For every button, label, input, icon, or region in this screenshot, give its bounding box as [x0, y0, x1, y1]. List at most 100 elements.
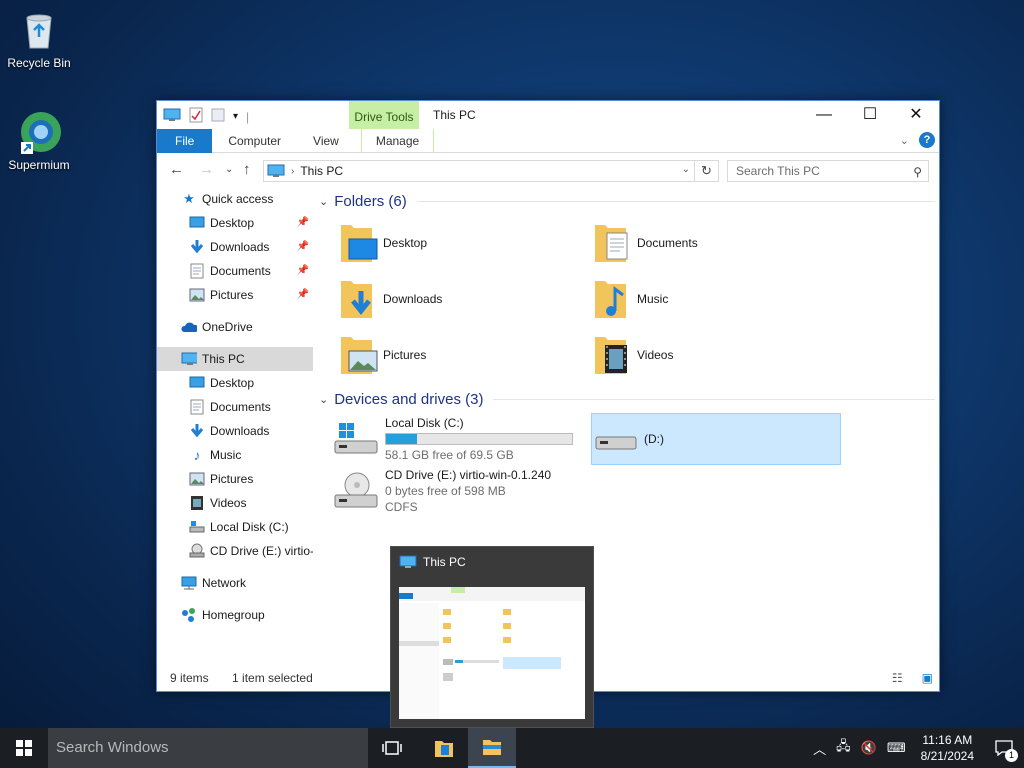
chevron-up-icon[interactable]: ︿	[813, 739, 826, 758]
drive-c[interactable]: Local Disk (C:) 58.1 GB free of 69.5 GB	[333, 413, 585, 465]
nav-pc-documents[interactable]: Documents	[157, 395, 313, 419]
folder-icon	[483, 740, 501, 755]
tab-view[interactable]: View	[297, 129, 355, 153]
pin-icon[interactable]: 📌	[297, 259, 309, 283]
tab-manage[interactable]: Manage	[360, 129, 435, 153]
nav-qa-documents[interactable]: Documents 📌	[157, 259, 313, 283]
address-box[interactable]: › This PC ⌄ ↻	[263, 160, 719, 182]
nav-network[interactable]: Network	[157, 571, 313, 595]
nav-label: Music	[210, 448, 242, 462]
tab-computer[interactable]: Computer	[212, 129, 297, 153]
folders-group-header[interactable]: ⌄ Folders (6)	[319, 187, 935, 215]
nav-onedrive[interactable]: OneDrive	[157, 315, 313, 339]
up-icon[interactable]: ↑	[243, 161, 251, 178]
ribbon-tabs: File Computer View Manage ⌄ ?	[157, 129, 939, 153]
windows-drive-icon	[333, 419, 381, 459]
pictures-folder-icon	[337, 333, 383, 377]
forward-icon[interactable]: →	[199, 161, 214, 178]
folder-pictures[interactable]: Pictures	[337, 327, 591, 383]
network-warning-icon[interactable]: 🖧	[836, 737, 851, 759]
nav-pc-pictures[interactable]: Pictures	[157, 467, 313, 491]
recent-locations-icon[interactable]: ⌄	[225, 164, 233, 175]
windows-logo-icon	[16, 740, 32, 756]
taskbar-search-input[interactable]: Search Windows	[48, 728, 368, 768]
pin-icon[interactable]: 📌	[297, 211, 309, 235]
folder-videos[interactable]: Videos	[591, 327, 845, 383]
task-view-button[interactable]	[368, 728, 416, 768]
file-explorer-icon	[435, 741, 453, 757]
taskbar-app-explorer-active[interactable]	[468, 728, 516, 768]
chevron-down-icon[interactable]: ⌄	[682, 164, 690, 175]
action-center-button[interactable]: 1	[984, 728, 1024, 768]
folder-documents[interactable]: Documents	[591, 215, 845, 271]
nav-pc-music[interactable]: ♪ Music	[157, 443, 313, 467]
chevron-down-icon[interactable]: ⌄	[319, 195, 328, 208]
drive-name: (D:)	[644, 432, 664, 446]
video-icon	[189, 495, 205, 511]
nav-label: Downloads	[210, 424, 270, 438]
chevron-down-icon[interactable]: ▾	[233, 111, 238, 122]
close-button[interactable]: ✕	[893, 101, 939, 129]
start-button[interactable]	[0, 728, 48, 768]
nav-pc-downloads[interactable]: Downloads	[157, 419, 313, 443]
nav-quick-access[interactable]: ★ Quick access	[157, 187, 313, 211]
nav-pc-cd-drive-e[interactable]: CD Drive (E:) virtio-win-0.1.240	[157, 539, 313, 563]
nav-qa-desktop[interactable]: Desktop 📌	[157, 211, 313, 235]
properties-icon[interactable]	[189, 107, 203, 126]
homegroup-icon	[181, 607, 197, 623]
title-bar[interactable]: ▾ | Drive Tools This PC — ☐ ✕	[157, 101, 939, 129]
document-icon	[189, 399, 205, 415]
download-icon	[189, 423, 205, 439]
drive-d[interactable]: (D:)	[591, 413, 841, 465]
nav-homegroup[interactable]: Homegroup	[157, 603, 313, 627]
clock-time: 11:16 AM	[922, 733, 973, 747]
nav-qa-downloads[interactable]: Downloads 📌	[157, 235, 313, 259]
drive-name: Local Disk (C:)	[385, 416, 464, 430]
search-input[interactable]: Search This PC ⚲	[727, 160, 929, 182]
keyboard-icon[interactable]: ⌨	[887, 740, 906, 756]
folder-desktop[interactable]: Desktop	[337, 215, 591, 271]
nav-pc-desktop[interactable]: Desktop	[157, 371, 313, 395]
computer-icon	[399, 555, 417, 568]
desktop-icon-recycle-bin[interactable]: Recycle Bin	[1, 8, 77, 70]
minimize-button[interactable]: —	[801, 101, 847, 129]
notification-badge: 1	[1005, 749, 1018, 762]
nav-label: Pictures	[210, 288, 254, 302]
devices-group-header[interactable]: ⌄ Devices and drives (3)	[319, 385, 935, 413]
pictures-icon	[189, 287, 205, 303]
drive-e[interactable]: CD Drive (E:) virtio-win-0.1.240 0 bytes…	[333, 465, 585, 517]
tab-file[interactable]: File	[157, 129, 213, 153]
nav-qa-pictures[interactable]: Pictures 📌	[157, 283, 313, 307]
details-view-icon[interactable]: ☷	[892, 665, 903, 691]
help-icon[interactable]: ?	[919, 132, 935, 148]
nav-pc-local-disk-c[interactable]: Local Disk (C:)	[157, 515, 313, 539]
nav-this-pc[interactable]: This PC	[157, 347, 313, 371]
new-folder-icon[interactable]	[211, 107, 225, 126]
taskbar-app-explorer-pinned[interactable]	[420, 728, 468, 768]
refresh-icon[interactable]: ↻	[694, 161, 718, 181]
pin-icon[interactable]: 📌	[297, 283, 309, 307]
volume-muted-icon[interactable]: 🔇	[861, 740, 877, 756]
nav-label: Videos	[210, 496, 247, 510]
nav-label: Desktop	[210, 376, 255, 390]
folder-downloads[interactable]: Downloads	[337, 271, 591, 327]
context-tab-drive-tools: Drive Tools	[349, 101, 419, 129]
expand-ribbon-icon[interactable]: ⌄	[900, 134, 909, 147]
breadcrumb[interactable]: This PC	[300, 164, 343, 178]
folder-music[interactable]: Music	[591, 271, 845, 327]
supermium-icon	[17, 110, 61, 154]
nav-pc-videos[interactable]: Videos	[157, 491, 313, 515]
pictures-icon	[189, 471, 205, 487]
chevron-down-icon[interactable]: ⌄	[319, 393, 328, 406]
maximize-button[interactable]: ☐	[847, 101, 893, 129]
pin-icon[interactable]: 📌	[297, 235, 309, 259]
breadcrumb-separator-icon[interactable]: ›	[291, 166, 294, 177]
large-icons-view-icon[interactable]: ▣	[922, 665, 933, 691]
back-icon[interactable]: ←	[169, 161, 184, 178]
search-placeholder: Search Windows	[56, 739, 169, 756]
desktop-icon	[189, 215, 205, 231]
clock[interactable]: 11:16 AM 8/21/2024	[921, 732, 974, 764]
desktop-icon-supermium[interactable]: Supermium	[1, 110, 77, 172]
taskbar-thumbnail-preview[interactable]: This PC	[390, 546, 594, 728]
folder-label: Music	[637, 292, 669, 306]
